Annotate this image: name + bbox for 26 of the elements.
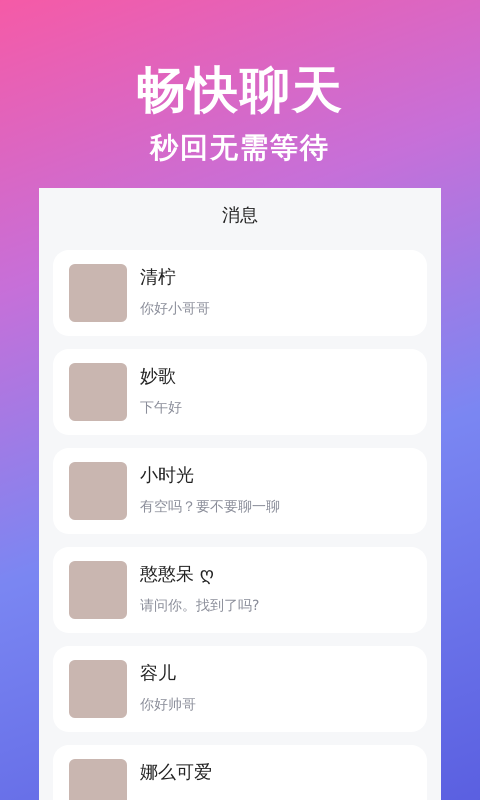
contact-name: 憨憨呆 ღ: [140, 563, 215, 587]
chat-item[interactable]: 容儿 你好帅哥: [53, 646, 427, 732]
avatar-photo-placeholder: [69, 660, 127, 718]
contact-name: 小时光: [140, 464, 195, 488]
avatar-photo-placeholder: [69, 264, 127, 322]
contact-name: 妙歌: [140, 365, 177, 389]
last-message: 你好帅哥: [140, 696, 196, 714]
chat-item[interactable]: 妙歌 下午好: [53, 349, 427, 435]
contact-name: 娜么可爱: [140, 761, 212, 785]
chat-item[interactable]: 憨憨呆 ღ 请问你。找到了吗?: [53, 547, 427, 633]
avatar-photo-placeholder: [69, 462, 127, 520]
last-message: 有空吗？要不要聊一聊: [140, 498, 280, 516]
chat-item[interactable]: 娜么可爱: [53, 745, 427, 800]
last-message: 请问你。找到了吗?: [140, 597, 260, 615]
avatar-photo-placeholder: [69, 759, 127, 800]
headline: 畅快聊天: [136, 60, 344, 121]
chat-item[interactable]: 小时光 有空吗？要不要聊一聊: [53, 448, 427, 534]
chat-item[interactable]: 清柠 你好小哥哥: [53, 250, 427, 336]
avatar-photo-placeholder: [69, 561, 127, 619]
subheadline: 秒回无需等待: [150, 130, 330, 166]
avatar-photo-placeholder: [69, 363, 127, 421]
last-message: 下午好: [140, 399, 182, 417]
contact-name: 清柠: [140, 266, 177, 290]
last-message: 你好小哥哥: [140, 300, 210, 318]
screen-title: 消息: [222, 204, 258, 228]
contact-name: 容儿: [140, 662, 177, 686]
